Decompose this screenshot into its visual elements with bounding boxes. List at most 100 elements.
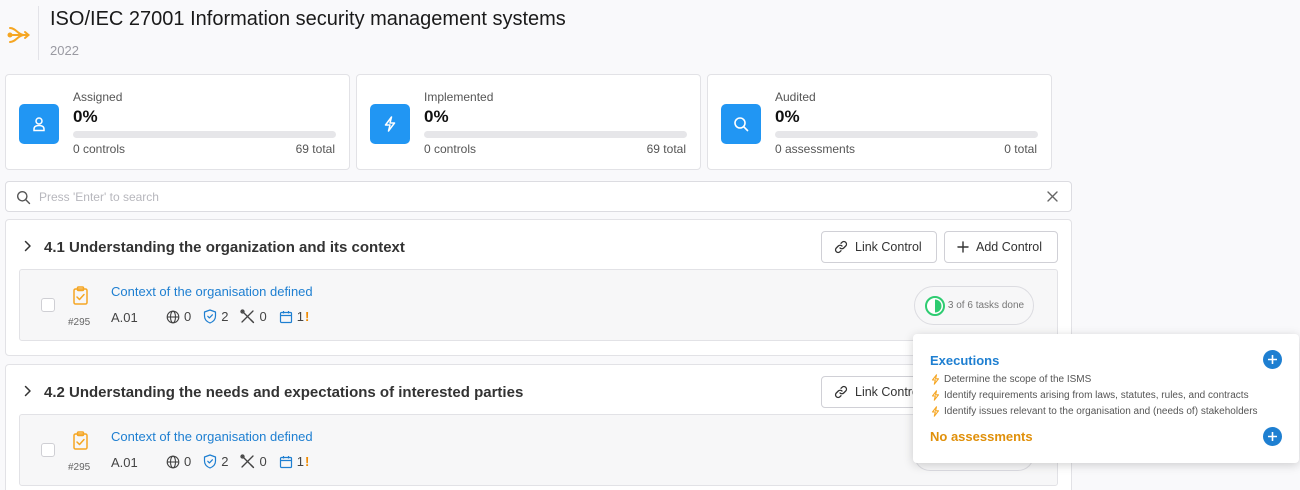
stat-value: 0% [73, 107, 98, 126]
tasks-popover: Executions Determine the scope of the IS… [913, 334, 1299, 463]
chevron-right-icon[interactable] [22, 383, 34, 399]
add-execution-button[interactable] [1263, 350, 1282, 369]
stat-count: 0 controls [424, 142, 477, 156]
execution-item[interactable]: Identify requirements arising from laws,… [930, 390, 1249, 401]
globe-stat: 0 [166, 309, 191, 324]
tools-count: 0 [259, 454, 267, 469]
tools-count: 0 [259, 309, 267, 324]
execution-label: Identify issues relevant to the organisa… [944, 406, 1258, 417]
alert-mark: ! [304, 309, 310, 324]
chevron-right-icon[interactable] [22, 238, 34, 254]
calendar-stat: 1! [279, 309, 310, 324]
link-icon [834, 385, 848, 399]
link-control-label: Link Control [855, 385, 922, 399]
bolt-icon [931, 390, 940, 401]
section-title: 4.1 Understanding the organization and i… [44, 239, 405, 256]
search-input[interactable] [39, 187, 1029, 207]
search-icon [721, 104, 761, 144]
plus-icon [1268, 432, 1277, 441]
execution-item[interactable]: Identify issues relevant to the organisa… [930, 406, 1258, 417]
control-row: #295 Context of the organisation defined… [19, 414, 1058, 486]
search-icon [17, 191, 31, 205]
control-title-link[interactable]: Context of the organisation defined [111, 429, 313, 444]
globe-icon [166, 455, 180, 468]
shield-count: 2 [221, 309, 229, 324]
control-checkbox[interactable] [41, 298, 55, 312]
progress-bar [73, 131, 336, 138]
add-control-label: Add Control [976, 240, 1043, 254]
calendar-count: 1! [296, 454, 310, 469]
link-icon [834, 240, 848, 254]
header-divider [38, 6, 39, 60]
tasks-done-label: 3 of 6 tasks done [947, 300, 1025, 311]
task-progress-pill[interactable]: 3 of 6 tasks done [914, 286, 1034, 325]
stat-value: 0% [775, 107, 800, 126]
calendar-stat: 1! [279, 454, 310, 469]
add-assessment-button[interactable] [1263, 427, 1282, 446]
link-control-label: Link Control [855, 240, 922, 254]
user-icon [19, 104, 59, 144]
shield-count: 2 [221, 454, 229, 469]
progress-bar [424, 131, 687, 138]
stat-card-audited: Audited 0% 0 assessments 0 total [707, 74, 1052, 170]
stat-total: 69 total [295, 142, 335, 156]
execution-label: Identify requirements arising from laws,… [944, 390, 1249, 401]
clipboard-check-icon [73, 286, 88, 305]
stat-total: 0 total [1004, 142, 1037, 156]
link-control-button[interactable]: Link Control [821, 231, 937, 263]
tools-stat: 0 [240, 309, 267, 324]
search-bar [5, 181, 1072, 212]
bolt-icon [370, 104, 410, 144]
control-code: A.01 [111, 455, 138, 470]
control-title-link[interactable]: Context of the organisation defined [111, 284, 313, 299]
stat-label: Implemented [424, 90, 494, 104]
page-header: ISO/IEC 27001 Information security manag… [0, 0, 1080, 66]
tools-icon [240, 454, 255, 469]
plus-icon [957, 241, 969, 253]
control-stats: 0 2 0 1! [166, 454, 321, 469]
tools-stat: 0 [240, 454, 267, 469]
calendar-icon [279, 455, 292, 468]
control-code: A.01 [111, 310, 138, 325]
close-icon[interactable] [1046, 190, 1059, 203]
control-number: #295 [68, 317, 91, 328]
network-flow-icon [7, 27, 31, 43]
globe-icon [166, 310, 180, 323]
stat-count: 0 assessments [775, 142, 856, 156]
control-checkbox[interactable] [41, 443, 55, 457]
globe-count: 0 [184, 309, 192, 324]
add-control-button[interactable]: Add Control [944, 231, 1058, 263]
clipboard-check-icon [73, 431, 88, 450]
stat-value: 0% [424, 107, 449, 126]
shield-stat: 2 [203, 309, 228, 324]
bolt-icon [931, 406, 940, 417]
globe-stat: 0 [166, 454, 191, 469]
stat-card-assigned: Assigned 0% 0 controls 69 total [5, 74, 350, 170]
no-assessments-label: No assessments [930, 429, 1033, 444]
stat-card-implemented: Implemented 0% 0 controls 69 total [356, 74, 701, 170]
tools-icon [240, 309, 255, 324]
control-row: #295 Context of the organisation defined… [19, 269, 1058, 341]
control-number: #295 [68, 462, 91, 473]
execution-label: Determine the scope of the ISMS [944, 374, 1092, 385]
calendar-icon [279, 310, 292, 323]
shield-check-icon [204, 309, 217, 324]
section-title: 4.2 Understanding the needs and expectat… [44, 384, 524, 401]
clause-section-4-1: 4.1 Understanding the organization and i… [5, 219, 1072, 356]
stat-total: 69 total [646, 142, 686, 156]
bolt-icon [931, 374, 940, 385]
progress-bar [775, 131, 1038, 138]
calendar-count: 1! [296, 309, 310, 324]
plus-icon [1268, 355, 1277, 364]
stat-label: Audited [775, 90, 816, 104]
control-stats: 0 2 0 1! [166, 309, 321, 324]
shield-check-icon [204, 454, 217, 469]
alert-mark: ! [304, 454, 310, 469]
progress-ring-icon [925, 295, 945, 316]
page-title: ISO/IEC 27001 Information security manag… [50, 8, 566, 30]
execution-item[interactable]: Determine the scope of the ISMS [930, 374, 1091, 385]
stat-label: Assigned [73, 90, 123, 104]
shield-stat: 2 [203, 454, 228, 469]
executions-title: Executions [930, 353, 1000, 368]
clause-section-4-2: 4.2 Understanding the needs and expectat… [5, 364, 1072, 490]
